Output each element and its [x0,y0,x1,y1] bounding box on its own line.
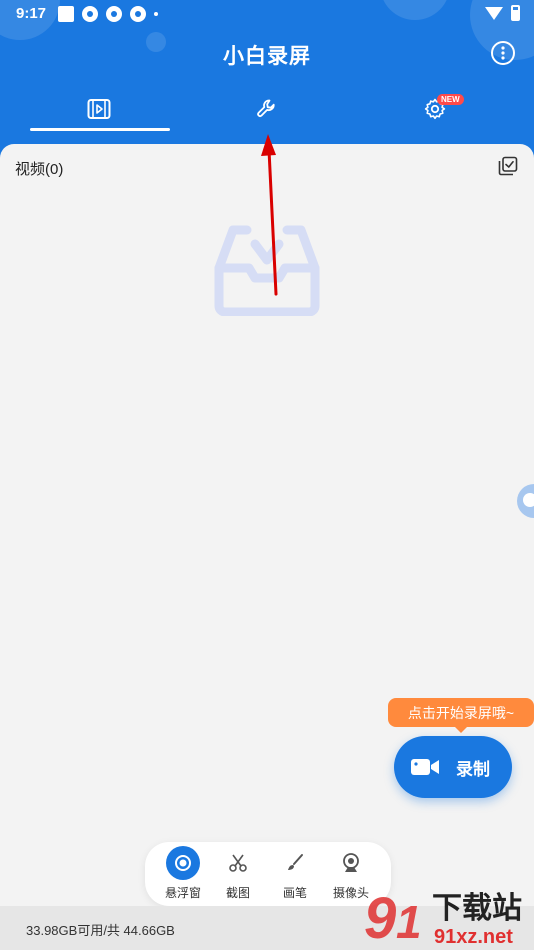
record-button-label: 录制 [456,759,490,779]
watermark-domain: 91xz.net [434,926,513,948]
record-hint-tooltip: 点击开始录屏哦~ [388,698,534,733]
record-button[interactable]: 录制 [394,736,512,798]
toolbar-screenshot[interactable]: 截图 [210,846,266,904]
info-icon[interactable] [490,40,516,66]
wifi-icon [485,6,503,20]
brush-icon [278,846,312,880]
tab-tools[interactable] [178,86,356,132]
system-icons [485,5,520,21]
webcam-icon [334,846,368,880]
video-list-icon [87,99,111,119]
site-watermark-logo: 9 1 下载站 91xz.net [364,886,522,950]
toolbar-label: 截图 [225,886,250,900]
active-tab-indicator [30,128,170,131]
tab-settings[interactable] [346,86,524,132]
toolbar-label: 画笔 [282,886,307,900]
svg-text:9: 9 [364,886,396,950]
notification-app-icon [130,6,146,22]
watermark-brand: 下载站 [432,891,522,926]
video-camera-icon [411,759,439,775]
scissors-icon [221,846,255,880]
multi-select-icon[interactable] [498,156,518,176]
app-title: 小白录屏 [223,45,311,68]
video-count-title: 视频(0) [15,161,64,178]
toolbar-floating-window[interactable]: 悬浮窗 [155,846,211,904]
more-notifications-dot-icon [154,12,158,16]
toolbar-brush[interactable]: 画笔 [267,846,323,904]
toolbar-label: 悬浮窗 [164,886,201,900]
bottom-toolbar: 悬浮窗 截图 画笔 摄像头 [145,842,391,906]
svg-text:1: 1 [396,896,422,948]
battery-icon [511,5,520,21]
notification-app-icon [82,6,98,22]
status-time: 9:17 [16,5,47,22]
notification-app-icon [106,6,122,22]
floating-window-icon [166,846,200,880]
notification-icons [58,6,158,22]
app-header: 9:17 小白录屏 NEW [0,0,534,160]
new-badge: NEW [437,94,464,105]
wrench-icon [257,99,275,117]
tab-videos[interactable] [10,86,188,132]
empty-inbox-icon [214,225,320,316]
notification-square-icon [58,6,74,22]
storage-text: 33.98GB可用/共 44.66GB [26,923,175,938]
main-tabs [0,86,534,132]
status-bar: 9:17 [0,0,534,28]
